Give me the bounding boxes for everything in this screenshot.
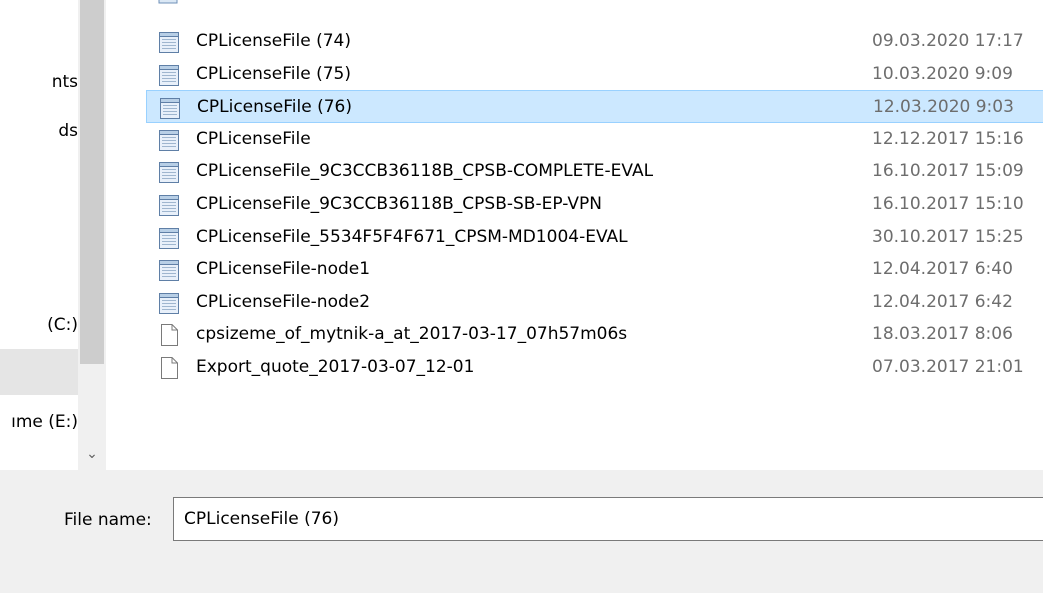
file-name: CPLicenseFile_9C3CCB36118B_CPSB-SB-EP-VP… bbox=[196, 194, 602, 214]
file-row[interactable]: CPLicenseFile 12.12.2017 15:16 bbox=[146, 123, 1043, 156]
nav-item-volume-e[interactable]: ıme (E:) bbox=[0, 410, 78, 434]
file-date-modified: 16.10.2017 15:10 bbox=[872, 194, 1024, 214]
text-document-icon bbox=[158, 291, 179, 314]
file-date-modified: 12.04.2017 6:42 bbox=[872, 291, 1013, 312]
text-document-icon bbox=[158, 0, 178, 4]
file-list: CPLicenseFile (74) 09.03.2020 17:17 CPLice… bbox=[106, 0, 1043, 470]
file-row[interactable]: CPLicenseFile_5534F5F4F671_CPSM-MD1004-E… bbox=[146, 221, 1043, 254]
file-date-modified: 16.10.2017 15:09 bbox=[872, 161, 1024, 182]
file-name: CPLicenseFile (75) bbox=[196, 63, 351, 84]
file-name: Export_quote_2017-03-07_12-01 bbox=[196, 357, 475, 377]
blank-file-icon bbox=[158, 356, 178, 379]
file-row[interactable]: cpsizeme_of_mytnik-a_at_2017-03-17_07h57… bbox=[146, 318, 1043, 351]
navigation-pane: nts ds (C:) ıme (E:) bbox=[0, 0, 78, 470]
file-name: CPLicenseFile_9C3CCB36118B_CPSB-COMPLETE… bbox=[196, 161, 654, 182]
text-document-icon bbox=[158, 193, 179, 216]
file-name: cpsizeme_of_mytnik-a_at_2017-03-17_07h57… bbox=[196, 324, 628, 345]
text-document-icon bbox=[158, 226, 179, 249]
file-date-modified: 07.03.2017 21:01 bbox=[872, 357, 1024, 377]
file-row[interactable]: CPLicenseFile-node1 12.04.2017 6:40 bbox=[146, 253, 1043, 286]
file-name: CPLicenseFile-node1 bbox=[196, 259, 371, 280]
file-date-modified: 12.03.2020 9:03 bbox=[873, 97, 1014, 118]
file-date-modified: 30.10.2017 15:25 bbox=[872, 226, 1024, 247]
file-name: CPLicenseFile (76) bbox=[197, 97, 352, 118]
file-date-modified: 10.03.2020 9:09 bbox=[872, 63, 1013, 84]
filename-input[interactable] bbox=[173, 497, 1043, 541]
file-row[interactable]: CPLicenseFile (75) 10.03.2020 9:09 bbox=[146, 58, 1043, 91]
partial-file-row bbox=[158, 0, 178, 5]
file-row[interactable]: CPLicenseFile-node2 12.04.2017 6:42 bbox=[146, 286, 1043, 319]
file-row[interactable]: CPLicenseFile (76) 12.03.2020 9:03 bbox=[146, 90, 1043, 124]
text-document-icon bbox=[158, 30, 179, 53]
text-document-icon bbox=[158, 128, 179, 151]
dialog-bottom-panel: File name: bbox=[0, 470, 1043, 593]
text-document-icon bbox=[158, 258, 179, 282]
file-date-modified: 09.03.2020 17:17 bbox=[872, 31, 1024, 51]
file-row[interactable]: CPLicenseFile_9C3CCB36118B_CPSB-SB-EP-VP… bbox=[146, 188, 1043, 221]
file-date-modified: 18.03.2017 8:06 bbox=[872, 324, 1013, 345]
text-document-icon bbox=[159, 96, 180, 120]
nav-item-documents[interactable]: nts bbox=[0, 70, 78, 94]
chevron-down-icon[interactable]: ⌄ bbox=[85, 447, 99, 461]
nav-scrollbar[interactable]: ⌄ bbox=[78, 0, 106, 470]
file-name: CPLicenseFile-node2 bbox=[196, 291, 371, 312]
file-row[interactable]: CPLicenseFile_9C3CCB36118B_CPSB-COMPLETE… bbox=[146, 155, 1043, 188]
file-date-modified: 12.12.2017 15:16 bbox=[872, 128, 1024, 149]
text-document-icon bbox=[158, 63, 179, 86]
file-date-modified: 12.04.2017 6:40 bbox=[872, 259, 1013, 280]
blank-file-icon bbox=[158, 323, 178, 347]
file-name: CPLicenseFile_5534F5F4F671_CPSM-MD1004-E… bbox=[196, 226, 628, 247]
file-name: CPLicenseFile bbox=[196, 128, 311, 149]
nav-scrollbar-thumb[interactable] bbox=[80, 0, 104, 364]
file-row[interactable]: Export_quote_2017-03-07_12-01 07.03.2017 … bbox=[146, 351, 1043, 384]
text-document-icon bbox=[158, 160, 179, 184]
nav-item-downloads[interactable]: ds bbox=[0, 119, 78, 143]
file-name: CPLicenseFile (74) bbox=[196, 31, 351, 51]
filename-label: File name: bbox=[64, 510, 152, 530]
file-row[interactable]: CPLicenseFile (74) 09.03.2020 17:17 bbox=[146, 25, 1043, 58]
nav-selected-highlight bbox=[0, 349, 78, 395]
nav-item-local-disk-c[interactable]: (C:) bbox=[0, 313, 78, 337]
